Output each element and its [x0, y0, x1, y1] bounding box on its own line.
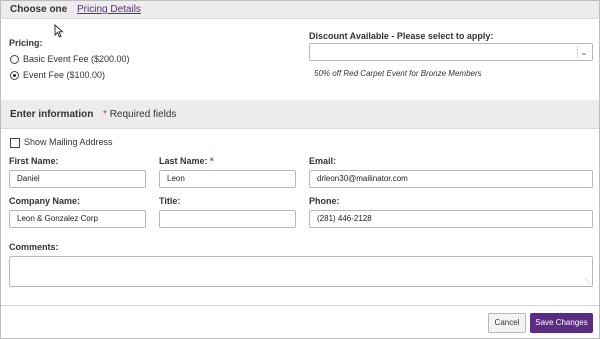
cancel-button[interactable]: Cancel [488, 313, 526, 333]
title-label: Title: [159, 196, 181, 206]
first-name-label: First Name: [9, 156, 59, 166]
discount-select[interactable]: ⌄ [309, 43, 593, 61]
enter-information-bar: Enter information * Required fields [1, 100, 599, 129]
discount-note: 50% off Red Carpet Event for Bronze Memb… [314, 69, 482, 78]
required-fields-note: * Required fields [103, 109, 177, 120]
show-mailing-address-checkbox[interactable] [10, 138, 20, 148]
pricing-label: Pricing: [9, 38, 43, 48]
save-changes-button[interactable]: Save Changes [530, 313, 593, 333]
phone-label: Phone: [309, 196, 340, 206]
chevron-down-icon: ⌄ [577, 46, 590, 58]
radio-basic-event-fee[interactable] [10, 55, 19, 64]
first-name-field[interactable]: Daniel [9, 170, 146, 188]
company-name-label: Company Name: [9, 196, 81, 206]
event-fee-label: Event Fee ($100.00) [23, 70, 106, 80]
last-name-label: Last Name: * [159, 156, 214, 166]
title-field[interactable] [159, 210, 296, 228]
radio-event-fee[interactable] [10, 71, 19, 80]
basic-event-fee-label: Basic Event Fee ($200.00) [23, 54, 130, 64]
mouse-cursor-icon [54, 24, 64, 38]
resize-grip-icon[interactable]: ⋱ [585, 279, 591, 285]
comments-label: Comments: [9, 242, 59, 252]
comments-field[interactable]: ⋱ [9, 256, 593, 287]
company-name-field[interactable]: Leon & Gonzalez Corp [9, 210, 146, 228]
pricing-details-link[interactable]: Pricing Details [77, 4, 141, 15]
last-name-field[interactable]: Leon [159, 170, 296, 188]
show-mailing-address-label: Show Mailing Address [24, 137, 113, 147]
enter-information-title: Enter information [10, 109, 94, 120]
email-field[interactable]: drleon30@mailinator.com [309, 170, 593, 188]
email-label: Email: [309, 156, 337, 166]
choose-one-title: Choose one [10, 4, 68, 15]
discount-label: Discount Available - Please select to ap… [309, 31, 494, 41]
choose-one-bar: Choose one Pricing Details [1, 1, 599, 19]
footer-divider [1, 305, 599, 306]
phone-field[interactable]: (281) 446-2128 [309, 210, 593, 228]
